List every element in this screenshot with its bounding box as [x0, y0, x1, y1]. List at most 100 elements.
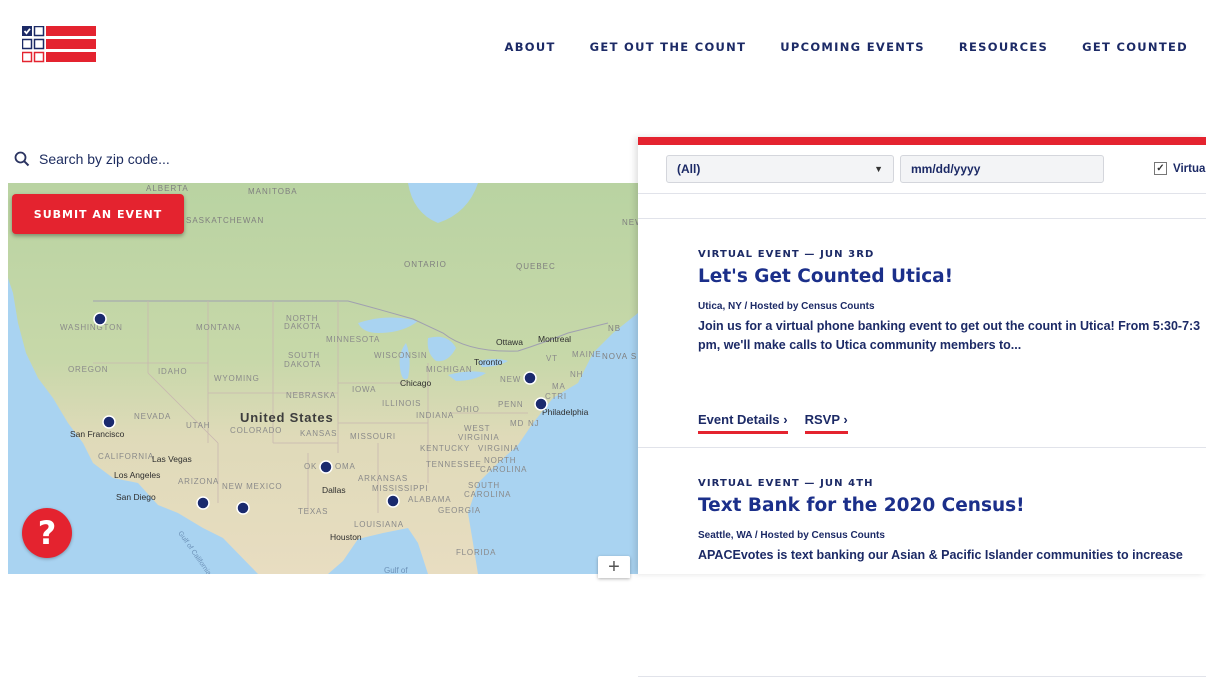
label-west-virginia-1: WEST — [464, 424, 490, 433]
zoom-in-button[interactable]: + — [598, 556, 630, 578]
label-south-carolina-2: CAROLINA — [464, 490, 511, 499]
label-new: NEW — [622, 218, 638, 227]
event-marker-alabama[interactable] — [386, 494, 400, 508]
label-arizona: ARIZONA — [178, 477, 219, 486]
panel-accent-bar — [638, 137, 1206, 145]
search-input[interactable]: Search by zip code... — [39, 151, 170, 167]
submit-event-button[interactable]: SUBMIT AN EVENT — [12, 194, 184, 234]
label-oregon: OREGON — [68, 365, 108, 374]
events-map[interactable]: ALBERTA MANITOBA SASKATCHEWAN ONTARIO QU… — [8, 183, 638, 574]
label-west-virginia-2: VIRGINIA — [458, 433, 500, 442]
event-marker-seattle[interactable] — [93, 312, 107, 326]
label-illinois: ILLINOIS — [382, 399, 421, 408]
zip-search[interactable]: Search by zip code... — [14, 151, 170, 167]
event-marker-sf[interactable] — [102, 415, 116, 429]
event-links: Event Details › RSVP › — [698, 412, 848, 434]
label-minnesota: MINNESOTA — [326, 335, 380, 344]
category-select[interactable]: (All) ▼ — [666, 155, 894, 183]
label-new-york: NEW — [500, 375, 521, 384]
label-florida: FLORIDA — [456, 548, 496, 557]
label-toronto: Toronto — [474, 357, 503, 367]
label-manitoba: MANITOBA — [248, 187, 298, 196]
help-button[interactable]: ? — [22, 508, 72, 558]
label-south-carolina-1: SOUTH — [468, 481, 500, 490]
nav-resources[interactable]: RESOURCES — [959, 40, 1048, 54]
event-title[interactable]: Text Bank for the 2020 Census! — [698, 495, 1206, 516]
date-input[interactable]: mm/dd/yyyy — [900, 155, 1104, 183]
label-philadelphia: Philadelphia — [542, 407, 589, 417]
label-north-carolina-1: NORTH — [484, 456, 516, 465]
virtual-label: Virtua — [1173, 162, 1206, 175]
label-south-dakota-1: SOUTH — [288, 351, 320, 360]
label-nevada: NEVADA — [134, 412, 171, 421]
label-ctri: CTRI — [545, 392, 567, 401]
virtual-filter[interactable]: ✓ Virtua — [1154, 162, 1205, 175]
label-alberta: ALBERTA — [146, 184, 189, 193]
label-louisiana: LOUISIANA — [354, 520, 404, 529]
label-de-nj: NJ — [528, 419, 539, 428]
label-chicago: Chicago — [400, 378, 431, 388]
label-san-francisco: San Francisco — [70, 429, 125, 439]
event-title[interactable]: Let's Get Counted Utica! — [698, 266, 1206, 287]
label-nova-scotia: NOVA S — [602, 352, 637, 361]
label-virginia: VIRGINIA — [478, 444, 520, 453]
label-vt: VT — [546, 354, 558, 363]
label-wyoming: WYOMING — [214, 374, 260, 383]
date-input-placeholder: mm/dd/yyyy — [911, 162, 981, 176]
label-ma: MA — [552, 382, 566, 391]
label-dallas: Dallas — [322, 485, 346, 495]
label-oklahoma-2: OMA — [335, 462, 356, 471]
label-maine: MAINE — [572, 350, 601, 359]
event-marker-el-paso[interactable] — [236, 501, 250, 515]
event-marker-oklahoma[interactable] — [319, 460, 333, 474]
label-nebraska: NEBRASKA — [286, 391, 336, 400]
nav-get-out-the-count[interactable]: GET OUT THE COUNT — [590, 40, 747, 54]
label-penn: PENN — [498, 400, 523, 409]
label-idaho: IDAHO — [158, 367, 187, 376]
label-california: CALIFORNIA — [98, 452, 154, 461]
virtual-checkbox[interactable]: ✓ — [1154, 162, 1167, 175]
label-oklahoma-1: OK — [304, 462, 317, 471]
label-nh: NH — [570, 370, 583, 379]
label-colorado: COLORADO — [230, 426, 282, 435]
label-south-dakota-2: DAKOTA — [284, 360, 321, 369]
label-san-diego: San Diego — [116, 492, 156, 502]
event-details-link[interactable]: Event Details › — [698, 412, 788, 434]
label-quebec: QUEBEC — [516, 262, 556, 271]
label-washington: WASHINGTON — [60, 323, 123, 332]
event-marker-philadelphia[interactable] — [534, 397, 548, 411]
label-ohio: OHIO — [456, 405, 480, 414]
label-united-states: United States — [240, 410, 333, 425]
main-nav: ABOUT GET OUT THE COUNT UPCOMING EVENTS … — [505, 40, 1188, 54]
label-alabama: ALABAMA — [408, 495, 451, 504]
label-kansas: KANSAS — [300, 429, 337, 438]
label-las-vegas: Las Vegas — [152, 454, 192, 464]
event-host: Utica, NY / Hosted by Census Counts — [698, 301, 875, 312]
nav-get-counted[interactable]: GET COUNTED — [1082, 40, 1188, 54]
label-north-carolina-2: CAROLINA — [480, 465, 527, 474]
label-ottawa: Ottawa — [496, 337, 523, 347]
rsvp-link[interactable]: RSVP › — [804, 412, 848, 434]
event-marker-utica[interactable] — [523, 371, 537, 385]
dropdown-arrow-icon: ▼ — [874, 164, 883, 174]
event-host: Seattle, WA / Hosted by Census Counts — [698, 530, 885, 541]
label-ontario: ONTARIO — [404, 260, 447, 269]
category-select-value: (All) — [677, 162, 701, 176]
label-md: MD — [510, 419, 524, 428]
nav-about[interactable]: ABOUT — [505, 40, 556, 54]
label-missouri: MISSOURI — [350, 432, 396, 441]
event-description: APACEvotes is text banking our Asian & P… — [698, 548, 1183, 562]
census-counts-logo[interactable] — [22, 26, 96, 70]
label-wisconsin: WISCONSIN — [374, 351, 427, 360]
list-spacer — [638, 194, 1206, 219]
event-card: VIRTUAL EVENT — JUN 3RD Let's Get Counte… — [638, 219, 1206, 448]
event-filters: (All) ▼ mm/dd/yyyy ✓ Virtua — [638, 145, 1206, 194]
nav-upcoming-events[interactable]: UPCOMING EVENTS — [780, 40, 925, 54]
label-tennessee: TENNESSEE — [426, 460, 482, 469]
label-georgia: GEORGIA — [438, 506, 481, 515]
label-montana: MONTANA — [196, 323, 241, 332]
event-meta: VIRTUAL EVENT — JUN 4TH — [698, 478, 874, 489]
event-marker-tucson[interactable] — [196, 496, 210, 510]
events-panel: (All) ▼ mm/dd/yyyy ✓ Virtua VIRTUAL EVEN… — [638, 137, 1206, 677]
label-arkansas: ARKANSAS — [358, 474, 408, 483]
